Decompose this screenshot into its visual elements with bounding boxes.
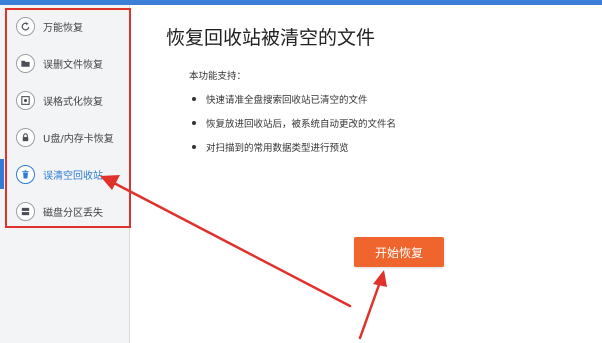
sidebar: 万能恢复 误删文件恢复 误格式化恢复 U盘/内存卡恢复 误清空回收站 磁盘分区丢… [0,5,130,343]
sidebar-item-label: 误格式化恢复 [43,96,103,108]
folder-icon [16,53,35,73]
feature-item: 恢复放进回收站后，被系统自动更改的文件名 [192,116,396,130]
bullet-icon [192,97,196,101]
disk-icon [16,90,35,110]
feature-text: 对扫描到的常用数据类型进行预览 [206,143,349,154]
feature-item: 快速请准全盘搜索回收站已清空的文件 [192,92,368,106]
feature-text: 快速请准全盘搜索回收站已清空的文件 [206,95,368,106]
sidebar-item-label: 万能恢复 [43,22,83,34]
partition-icon [16,201,35,221]
sidebar-item-label: 磁盘分区丢失 [43,207,103,219]
sidebar-item-label: 误清空回收站 [43,170,103,182]
sidebar-item-deleted-files[interactable]: 误删文件恢复 [6,48,128,78]
page-title: 恢复回收站被清空的文件 [166,27,376,49]
sidebar-item-label: 误删文件恢复 [43,59,103,71]
sidebar-item-universal-recovery[interactable]: 万能恢复 [6,11,128,41]
start-recovery-button[interactable]: 开始恢复 [354,237,444,267]
refresh-icon [16,16,35,36]
annotation-arrow-to-sidebar [100,175,352,308]
feature-item: 对扫描到的常用数据类型进行预览 [192,140,349,154]
sidebar-item-usb-card-recovery[interactable]: U盘/内存卡恢复 [6,122,128,152]
sidebar-item-format-recovery[interactable]: 误格式化恢复 [6,85,128,115]
lock-icon [16,127,35,147]
support-label: 本功能支持： [189,71,247,82]
annotation-arrow-to-button [358,270,387,340]
bullet-icon [192,121,196,125]
trash-icon [16,164,35,184]
active-indicator [0,159,4,189]
sidebar-item-label: U盘/内存卡恢复 [43,133,114,145]
feature-text: 恢复放进回收站后，被系统自动更改的文件名 [206,119,397,130]
sidebar-item-partition-loss[interactable]: 磁盘分区丢失 [6,196,128,226]
bullet-icon [192,145,196,149]
sidebar-item-recycle-bin[interactable]: 误清空回收站 [6,159,128,189]
